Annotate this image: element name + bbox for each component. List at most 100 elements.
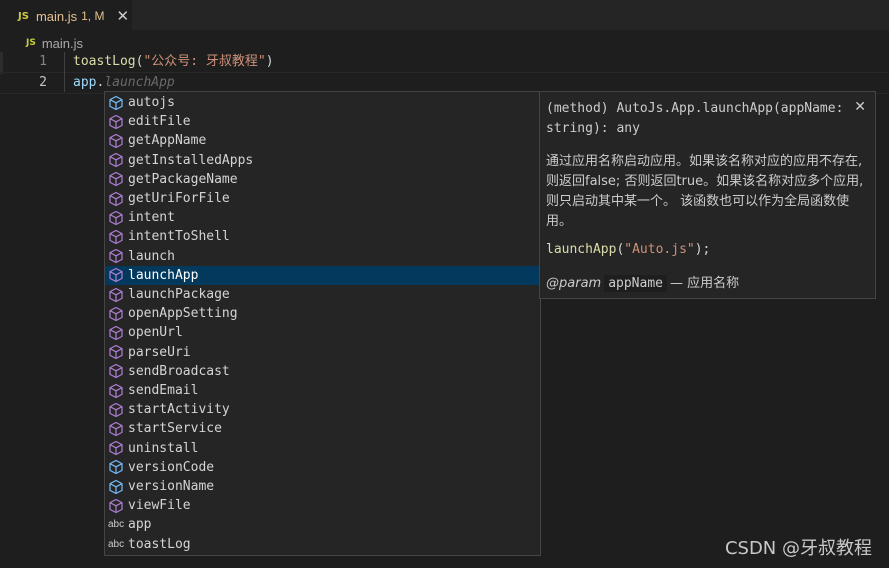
suggestion-label: intent: [128, 210, 175, 226]
code-text[interactable]: app.launchApp: [73, 73, 175, 93]
watermark: CSDN @牙叔教程: [724, 538, 872, 559]
suggestion-item[interactable]: intent: [105, 208, 540, 227]
abc-icon: abc: [108, 519, 125, 531]
suggestion-list[interactable]: autojs editFile getAppName getInstalledApps…: [104, 91, 541, 556]
property-icon: [109, 479, 123, 494]
tab-bar: JS main.js 1, M ✕: [0, 0, 889, 31]
suggestion-item[interactable]: abc toastLog: [105, 535, 540, 554]
suggestion-label: intentToShell: [128, 229, 230, 245]
code-line-1[interactable]: 1 toastLog("公众号: 牙叔教程"): [0, 52, 889, 72]
code-string: "公众号: 牙叔教程": [143, 54, 266, 69]
suggestion-item[interactable]: abc app: [105, 515, 540, 534]
suggestion-label: launchApp: [128, 267, 199, 283]
method-icon: [109, 364, 123, 379]
js-file-icon: JS: [18, 10, 29, 22]
method-icon: [109, 421, 123, 437]
suggestion-item[interactable]: intentToShell: [105, 227, 540, 246]
method-icon: [109, 306, 123, 321]
param-description: — 应用名称: [670, 276, 740, 291]
tab-close-icon[interactable]: ✕: [116, 7, 129, 25]
suggestion-item[interactable]: autojs: [105, 93, 540, 112]
suggestion-item[interactable]: sendBroadcast: [105, 362, 540, 381]
method-icon: [109, 191, 123, 206]
suggestion-label: openUrl: [128, 325, 183, 341]
tab-title: main.js: [35, 8, 78, 24]
abc-icon: abc: [108, 538, 125, 550]
method-icon: [109, 229, 123, 245]
details-signature: (method) AutoJs.App.launchApp(appName: s…: [546, 101, 844, 136]
code-punct: ): [265, 54, 274, 69]
suggestion-label: getUriForFile: [128, 191, 230, 207]
suggestion-label: autojs: [128, 95, 175, 111]
example-function: launchApp: [546, 242, 617, 257]
suggestion-label: launch: [128, 248, 175, 264]
suggestion-item[interactable]: uninstall: [105, 439, 540, 458]
suggestion-item[interactable]: parseUri: [105, 343, 540, 362]
suggestion-item[interactable]: launch: [105, 247, 540, 266]
suggestion-item[interactable]: getInstalledApps: [105, 151, 540, 170]
line-number: 1: [39, 54, 47, 69]
suggestion-label: versionName: [128, 479, 215, 495]
suggestion-item[interactable]: startService: [105, 419, 540, 438]
suggestion-label: viewFile: [128, 498, 191, 514]
method-icon: [109, 249, 123, 264]
suggestion-label: sendBroadcast: [128, 363, 230, 379]
suggestion-label: getPackageName: [128, 171, 238, 187]
suggestion-item[interactable]: versionName: [105, 477, 540, 496]
example-string: "Auto.js": [624, 242, 695, 257]
details-example: launchApp("Auto.js");: [546, 240, 710, 260]
line-number: 2: [39, 75, 47, 90]
breadcrumb-file[interactable]: main.js: [42, 36, 83, 51]
param-tag: @param: [546, 276, 602, 291]
method-icon: [109, 345, 123, 360]
suggestion-item[interactable]: viewFile: [105, 496, 540, 515]
details-close-icon[interactable]: ✕: [854, 98, 866, 115]
suggestion-item[interactable]: versionCode: [105, 458, 540, 477]
suggestion-details: (method) AutoJs.App.launchApp(appName: s…: [539, 91, 876, 299]
property-icon: [109, 460, 123, 475]
suggestion-item[interactable]: getUriForFile: [105, 189, 540, 208]
method-icon: [109, 172, 123, 187]
suggestion-item[interactable]: getAppName: [105, 131, 540, 150]
suggestion-label: getAppName: [128, 133, 207, 149]
suggestion-label: openAppSetting: [128, 306, 238, 322]
code-function: toastLog: [73, 54, 136, 69]
method-icon: [109, 268, 123, 283]
method-icon: [109, 325, 123, 341]
indent-guide: [64, 52, 65, 92]
suggestion-item[interactable]: sendEmail: [105, 381, 540, 400]
suggestion-item[interactable]: launchPackage: [105, 285, 540, 304]
details-description: 通过应用名称启动应用。如果该名称对应的应用不存在, 则返回false; 否则返回…: [546, 154, 864, 229]
js-file-icon: JS: [26, 38, 36, 48]
suggestion-item[interactable]: editFile: [105, 112, 540, 131]
code-variable: app: [73, 75, 97, 90]
suggestion-label: startActivity: [128, 402, 230, 418]
suggestion-label: parseUri: [128, 344, 191, 360]
tab-main-js[interactable]: JS main.js 1, M ✕: [0, 0, 132, 31]
property-icon: [109, 95, 123, 110]
method-icon: [109, 114, 123, 129]
method-icon: [109, 133, 123, 149]
code-text[interactable]: toastLog("公众号: 牙叔教程"): [73, 52, 274, 72]
suggestion-item[interactable]: openAppSetting: [105, 304, 540, 323]
method-icon: [109, 287, 123, 302]
suggestion-label: getInstalledApps: [128, 152, 254, 168]
suggestion-item[interactable]: launchApp: [105, 265, 540, 285]
breadcrumb[interactable]: JS main.js: [0, 33, 83, 53]
example-punct: );: [694, 242, 711, 257]
suggestion-label: toastLog: [128, 536, 191, 552]
suggestion-item[interactable]: openUrl: [105, 323, 540, 342]
suggestion-label: editFile: [128, 114, 191, 130]
tab-status: 1, M: [81, 9, 105, 23]
suggestion-label: versionCode: [128, 459, 215, 475]
method-icon: [109, 498, 123, 513]
suggestion-item[interactable]: startActivity: [105, 400, 540, 419]
suggestion-item[interactable]: getPackageName: [105, 170, 540, 189]
method-icon: [109, 210, 123, 225]
suggestion-label: app: [128, 517, 152, 533]
suggestion-label: sendEmail: [128, 383, 199, 399]
suggestion-label: uninstall: [128, 440, 199, 456]
suggestion-label: startService: [128, 421, 222, 437]
inline-suggestion: launchApp: [104, 75, 175, 90]
suggestion-label: launchPackage: [128, 287, 230, 303]
